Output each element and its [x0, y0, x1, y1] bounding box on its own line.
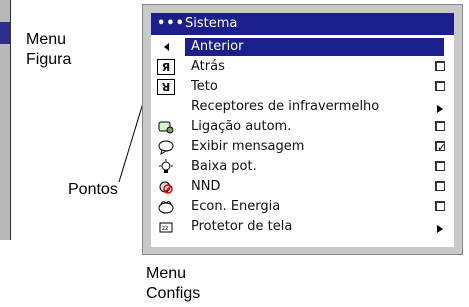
atras-checkbox[interactable] [435, 61, 445, 71]
menu-item-label: Exibir mensagem [191, 139, 305, 154]
system-menu-body: ••• Sistema Anterior Я Atrás R Teto Rece… [151, 13, 454, 247]
menu-item-label: Protetor de tela [191, 219, 293, 234]
menu-item-econ-energia[interactable]: Econ. Energia [151, 197, 454, 217]
teto-checkbox[interactable] [435, 81, 445, 91]
menu-item-receptores[interactable]: Receptores de infravermelho [151, 97, 454, 117]
menu-item-protetor-de-tela[interactable]: zz Protetor de tela [151, 217, 454, 237]
menu-item-label: Econ. Energia [191, 199, 281, 214]
menu-title: Sistema [185, 16, 238, 31]
ceiling-icon: R [157, 79, 175, 95]
econ-energia-checkbox[interactable] [435, 201, 445, 211]
menu-item-label: Anterior [191, 39, 244, 54]
rear-projection-icon: Я [157, 59, 175, 75]
menu-item-teto[interactable]: R Teto [151, 77, 454, 97]
menu-item-anterior[interactable]: Anterior [151, 37, 454, 57]
svg-text:zz: zz [162, 225, 168, 232]
menu-item-nnd[interactable]: NND [151, 177, 454, 197]
menu-item-label: Teto [191, 79, 218, 94]
menu-item-label: NND [191, 179, 221, 194]
nnd-checkbox[interactable] [435, 181, 445, 191]
submenu-arrow-icon [435, 101, 445, 113]
message-icon [157, 139, 175, 156]
system-menu: ••• Sistema Anterior Я Atrás R Teto Rece… [142, 4, 463, 255]
menu-item-label: Atrás [191, 59, 225, 74]
menu-item-baixa-pot[interactable]: Baixa pot. [151, 157, 454, 177]
menu-dots-icon: ••• [157, 16, 185, 31]
menu-item-label: Receptores de infravermelho [191, 99, 380, 114]
menu-item-ligacao-autom[interactable]: Ligação autom. [151, 117, 454, 137]
menu-item-atras[interactable]: Я Atrás [151, 57, 454, 77]
ligacao-autom-checkbox[interactable] [435, 121, 445, 131]
auto-connect-icon [157, 119, 175, 135]
lamp-icon [157, 159, 175, 175]
left-triangle-icon [157, 39, 175, 55]
power-save-icon [157, 199, 175, 215]
menu-item-label: Ligação autom. [191, 119, 292, 134]
system-menu-header: ••• Sistema [151, 13, 454, 35]
no-disturb-icon [157, 179, 175, 195]
baixa-pot-checkbox[interactable] [435, 161, 445, 171]
menu-item-label: Baixa pot. [191, 159, 257, 174]
screensaver-icon: zz [157, 219, 175, 235]
menu-item-exibir-mensagem[interactable]: Exibir mensagem [151, 137, 454, 158]
submenu-arrow-icon [435, 221, 445, 233]
exibir-mensagem-checkbox[interactable] [435, 138, 446, 158]
